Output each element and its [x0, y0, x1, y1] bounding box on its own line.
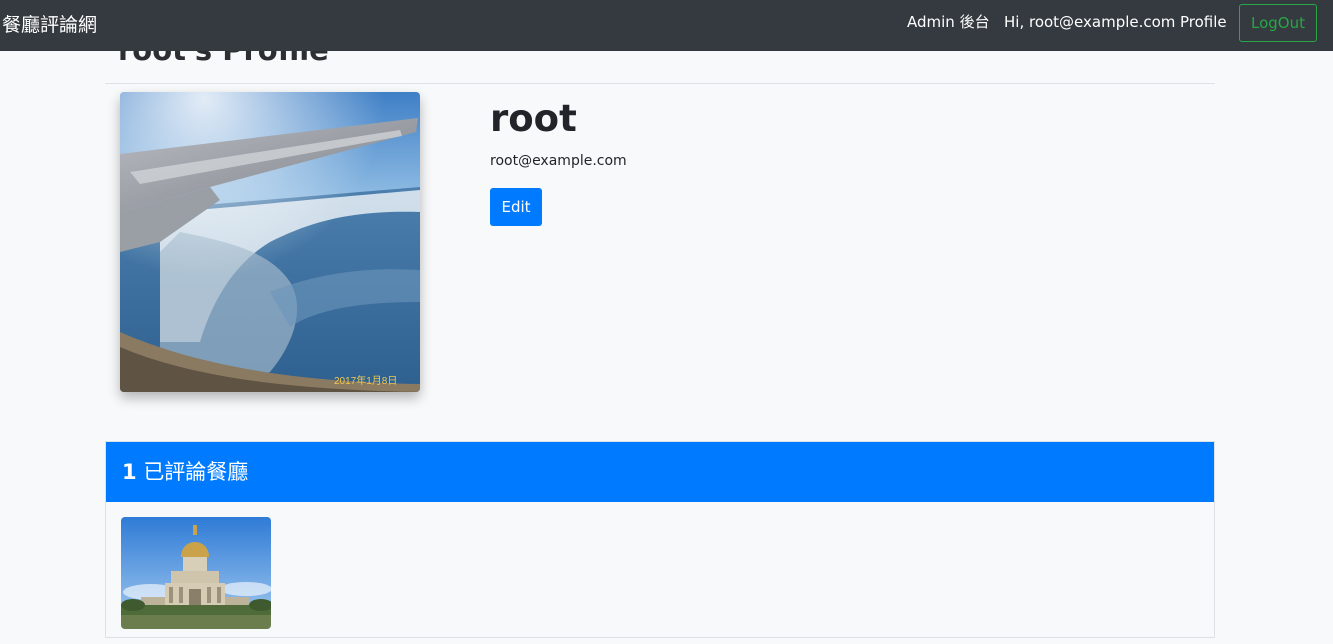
- profile-name: root: [490, 97, 577, 140]
- reviewed-count: 1: [122, 460, 137, 484]
- user-avatar: 2017年1月8日: [120, 92, 420, 392]
- card-header: 1 已評論餐廳: [106, 442, 1214, 502]
- divider: [105, 83, 1215, 84]
- top-navbar: 餐廳評論網 Admin 後台 Hi, root@example.com Prof…: [0, 0, 1333, 51]
- reviewed-label: 已評論餐廳: [143, 460, 249, 484]
- profile-email: root@example.com: [490, 153, 627, 169]
- nav-admin-link[interactable]: Admin 後台: [907, 12, 990, 32]
- restaurant-thumbnail[interactable]: [121, 517, 271, 629]
- logout-button[interactable]: LogOut: [1239, 4, 1317, 42]
- edit-profile-button[interactable]: Edit: [490, 188, 542, 226]
- brand-link[interactable]: 餐廳評論網: [2, 12, 97, 38]
- nav-user-greeting[interactable]: Hi, root@example.com: [1004, 12, 1175, 32]
- nav-profile-link[interactable]: Profile: [1180, 12, 1227, 32]
- card-title: 1 已評論餐廳: [122, 458, 248, 486]
- reviewed-restaurants-card: 1 已評論餐廳: [105, 441, 1215, 638]
- photo-date-stamp: 2017年1月8日: [334, 374, 397, 387]
